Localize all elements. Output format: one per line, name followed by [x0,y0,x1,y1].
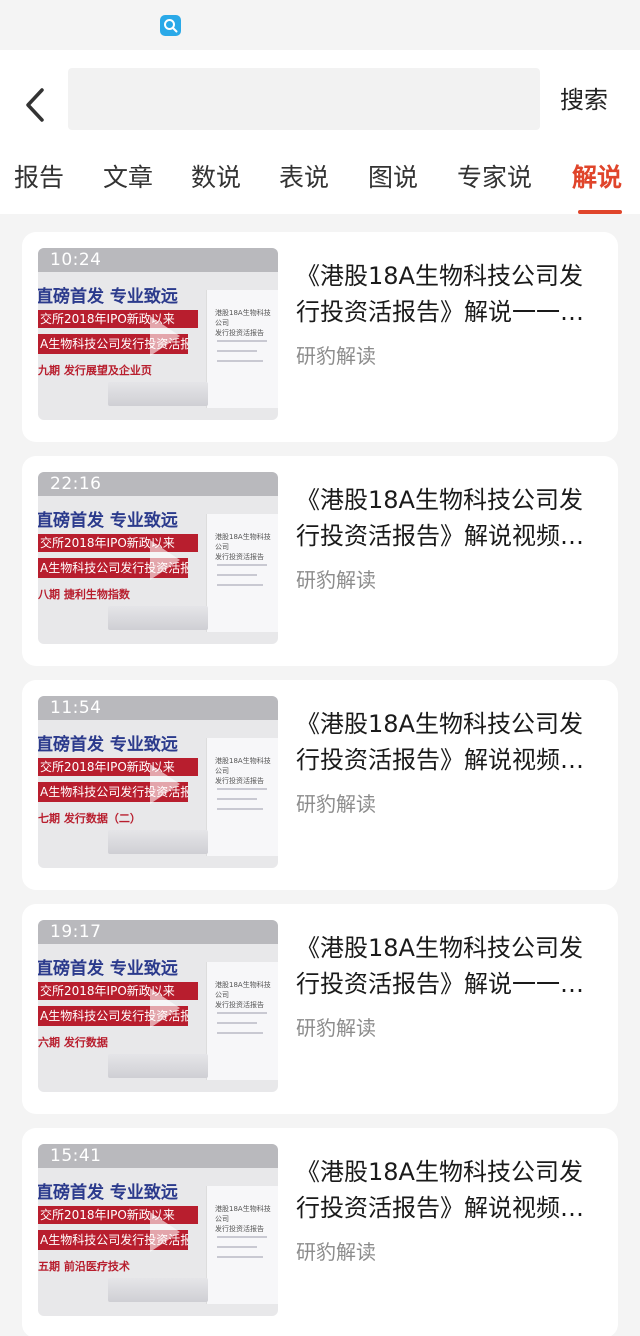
video-duration: 22:16 [50,474,102,494]
video-title-line: 《港股18A生物科技公司发 [296,934,583,962]
video-source: 研豹解读 [296,1016,376,1040]
video-title-line: 行投资活报告》解说视频… [296,1194,584,1222]
tab-expert-talk[interactable]: 专家说 [457,158,532,194]
back-button[interactable] [18,82,54,128]
video-thumbnail[interactable]: 港股18A生物科技公司 发行投资活报告 22:16 直磅首发 专业致远 交所201… [38,472,278,644]
video-title[interactable]: 《港股18A生物科技公司发 行投资活报告》解说视频… [296,482,602,554]
video-duration: 19:17 [50,922,102,942]
video-title-line: 《港股18A生物科技公司发 [296,1158,583,1186]
report-cover-graphic: 港股18A生物科技公司 发行投资活报告 [206,1186,278,1304]
tab-bar: 报告 文章 数说 表说 图说 专家说 解说 [0,150,640,214]
thumbnail-episode: 六期 发行数据 [38,1036,108,1049]
video-duration: 11:54 [50,698,102,718]
report-cover-graphic: 港股18A生物科技公司 发行投资活报告 [206,962,278,1080]
video-source: 研豹解读 [296,568,376,592]
status-bar [0,0,640,50]
video-title-line: 《港股18A生物科技公司发 [296,486,583,514]
thumbnail-episode: 九期 发行展望及企业页 [38,364,152,377]
thumbnail-episode: 七期 发行数据（二） [38,812,141,825]
video-source: 研豹解读 [296,1240,376,1264]
video-title[interactable]: 《港股18A生物科技公司发 行投资活报告》解说一一… [296,258,602,330]
video-title[interactable]: 《港股18A生物科技公司发 行投资活报告》解说一一… [296,930,602,1002]
thumbnail-slogan: 直磅首发 专业致远 [38,1183,178,1203]
report-stack-graphic [108,606,208,630]
video-thumbnail[interactable]: 港股18A生物科技公司 发行投资活报告 15:41 直磅首发 专业致远 交所201… [38,1144,278,1316]
video-title-line: 行投资活报告》解说一一… [296,298,584,326]
report-stack-graphic [108,830,208,854]
video-title[interactable]: 《港股18A生物科技公司发 行投资活报告》解说视频… [296,706,602,778]
report-stack-graphic [108,1054,208,1078]
chevron-left-icon [26,88,44,122]
thumbnail-slogan: 直磅首发 专业致远 [38,959,178,979]
tab-data-talk[interactable]: 数说 [191,158,241,194]
thumbnail-slogan: 直磅首发 专业致远 [38,511,178,531]
play-icon [150,988,180,1028]
thumbnail-episode: 五期 前沿医疗技术 [38,1260,130,1273]
report-cover-graphic: 港股18A生物科技公司 发行投资活报告 [206,738,278,856]
tab-article[interactable]: 文章 [103,158,153,194]
play-icon [150,764,180,804]
report-stack-graphic [108,1278,208,1302]
video-thumbnail[interactable]: 港股18A生物科技公司 发行投资活报告 19:17 直磅首发 专业致远 交所201… [38,920,278,1092]
video-title-line: 行投资活报告》解说一一… [296,970,584,998]
play-icon [150,316,180,356]
video-card[interactable]: 港股18A生物科技公司 发行投资活报告 19:17 直磅首发 专业致远 交所201… [22,904,618,1114]
video-title-line: 行投资活报告》解说视频… [296,746,584,774]
video-thumbnail[interactable]: 港股18A生物科技公司 发行投资活报告 10:24 直磅首发 专业致远 交所201… [38,248,278,420]
play-icon [150,1212,180,1252]
play-icon [150,540,180,580]
video-source: 研豹解读 [296,792,376,816]
thumbnail-episode: 八期 捷利生物指数 [38,588,130,601]
search-input[interactable] [68,68,540,130]
video-title[interactable]: 《港股18A生物科技公司发 行投资活报告》解说视频… [296,1154,602,1226]
search-button[interactable]: 搜索 [560,80,608,115]
video-card[interactable]: 港股18A生物科技公司 发行投资活报告 15:41 直磅首发 专业致远 交所201… [22,1128,618,1336]
search-app-icon [160,15,181,36]
report-cover-graphic: 港股18A生物科技公司 发行投资活报告 [206,290,278,408]
tab-explain[interactable]: 解说 [572,158,622,194]
tab-report[interactable]: 报告 [14,158,64,194]
tab-chart-talk[interactable]: 图说 [368,158,418,194]
tab-table-talk[interactable]: 表说 [279,158,329,194]
thumbnail-slogan: 直磅首发 专业致远 [38,287,178,307]
active-tab-indicator [578,210,622,214]
video-title-line: 《港股18A生物科技公司发 [296,262,583,290]
video-thumbnail[interactable]: 港股18A生物科技公司 发行投资活报告 11:54 直磅首发 专业致远 交所201… [38,696,278,868]
video-card[interactable]: 港股18A生物科技公司 发行投资活报告 22:16 直磅首发 专业致远 交所201… [22,456,618,666]
video-duration: 10:24 [50,250,102,270]
report-cover-graphic: 港股18A生物科技公司 发行投资活报告 [206,514,278,632]
report-stack-graphic [108,382,208,406]
video-duration: 15:41 [50,1146,102,1166]
video-source: 研豹解读 [296,344,376,368]
video-title-line: 《港股18A生物科技公司发 [296,710,583,738]
video-card[interactable]: 港股18A生物科技公司 发行投资活报告 11:54 直磅首发 专业致远 交所201… [22,680,618,890]
thumbnail-slogan: 直磅首发 专业致远 [38,735,178,755]
video-title-line: 行投资活报告》解说视频… [296,522,584,550]
video-card[interactable]: 港股18A生物科技公司 发行投资活报告 10:24 直磅首发 专业致远 交所201… [22,232,618,442]
